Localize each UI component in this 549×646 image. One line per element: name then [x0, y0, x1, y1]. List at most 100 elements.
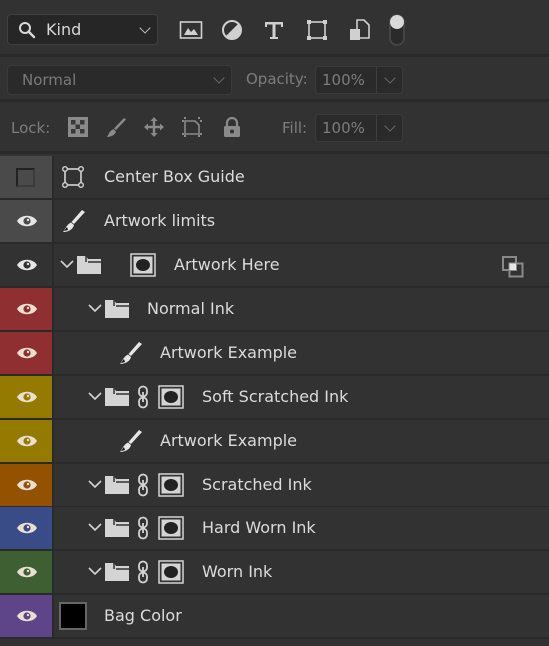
clipping-mask-indicator-icon[interactable] [502, 256, 524, 278]
visibility-eye-icon[interactable] [16, 302, 38, 316]
visibility-off-box[interactable] [16, 168, 35, 187]
layer-row[interactable]: Bag Color [0, 595, 549, 639]
lock-image-pixels-icon[interactable] [105, 116, 127, 138]
smart-object-filter-icon[interactable] [348, 18, 372, 42]
layer-name[interactable]: Artwork Here [174, 255, 280, 274]
pixel-layer-filter-icon[interactable] [179, 18, 203, 42]
layer-row[interactable]: Soft Scratched Ink [0, 376, 549, 420]
layer-color-label[interactable] [0, 288, 52, 330]
layer-mask-thumbnail[interactable] [158, 473, 184, 497]
layer-row[interactable]: Artwork Example [0, 420, 549, 464]
layer-name[interactable]: Normal Ink [147, 299, 234, 318]
folder-icon [77, 256, 101, 274]
brush-icon [120, 430, 142, 452]
chevron-down-icon [213, 72, 225, 84]
type-layer-filter-icon[interactable] [262, 18, 286, 42]
shape-layer-icon [62, 166, 84, 188]
layer-name[interactable]: Scratched Ink [202, 475, 312, 494]
layer-color-label[interactable] [0, 464, 52, 506]
expand-chevron-icon[interactable] [88, 391, 102, 401]
fill-label: Fill: [282, 119, 308, 137]
expand-chevron-icon[interactable] [88, 566, 102, 576]
layer-row[interactable]: Center Box Guide [0, 156, 549, 200]
blend-mode-dropdown[interactable]: Normal [7, 65, 232, 95]
visibility-eye-icon[interactable] [16, 565, 38, 579]
brush-icon [120, 342, 142, 364]
layer-mask-thumbnail[interactable] [158, 385, 184, 409]
visibility-eye-icon[interactable] [16, 346, 38, 360]
layer-color-label[interactable] [0, 244, 52, 286]
layer-row[interactable]: Artwork Example [0, 332, 549, 376]
layer-color-label[interactable] [0, 156, 52, 198]
layer-name[interactable]: Center Box Guide [104, 167, 245, 186]
visibility-eye-icon[interactable] [16, 390, 38, 404]
layer-color-label[interactable] [0, 420, 52, 462]
filter-kind-label: Kind [46, 20, 82, 39]
chevron-down-icon [384, 72, 396, 84]
layer-name[interactable]: Worn Ink [202, 562, 272, 581]
chevron-down-icon [139, 22, 151, 34]
layer-color-label[interactable] [0, 376, 52, 418]
blend-options-bar: Normal Opacity: 100% [0, 57, 549, 102]
adjustment-layer-filter-icon[interactable] [220, 18, 244, 42]
lock-transparent-pixels-icon[interactable] [67, 116, 89, 138]
opacity-input[interactable]: 100% [315, 66, 403, 94]
toggle-knob [390, 15, 404, 29]
link-icon[interactable] [137, 516, 149, 540]
fill-value: 100% [322, 119, 365, 137]
expand-chevron-icon[interactable] [60, 259, 74, 269]
layer-filter-bar: Kind [0, 0, 549, 57]
filter-toggle-switch[interactable] [389, 14, 405, 46]
layer-row[interactable]: Artwork limits [0, 200, 549, 244]
visibility-eye-icon[interactable] [16, 478, 38, 492]
opacity-label: Opacity: [246, 70, 308, 88]
link-icon[interactable] [137, 473, 149, 497]
chevron-down-icon [384, 120, 396, 132]
layer-mask-thumbnail[interactable] [158, 516, 184, 540]
lock-all-icon[interactable] [221, 116, 243, 138]
visibility-eye-icon[interactable] [16, 214, 38, 228]
layer-mask-thumbnail[interactable] [130, 253, 156, 277]
visibility-eye-icon[interactable] [16, 521, 38, 535]
layer-name[interactable]: Artwork Example [160, 431, 297, 450]
lock-label: Lock: [11, 119, 51, 137]
layer-name[interactable]: Artwork Example [160, 343, 297, 362]
visibility-eye-icon[interactable] [16, 609, 38, 623]
search-icon [19, 22, 36, 39]
visibility-eye-icon[interactable] [16, 434, 38, 448]
lock-position-icon[interactable] [143, 116, 165, 138]
layer-name[interactable]: Soft Scratched Ink [202, 387, 348, 406]
folder-icon [105, 476, 129, 494]
layer-row[interactable]: Artwork Here [0, 244, 549, 288]
layer-color-label[interactable] [0, 507, 52, 549]
expand-chevron-icon[interactable] [88, 303, 102, 313]
lock-artboard-icon[interactable] [181, 116, 203, 138]
folder-icon [105, 300, 129, 318]
layer-name[interactable]: Bag Color [104, 606, 182, 625]
folder-icon [105, 388, 129, 406]
link-icon[interactable] [137, 385, 149, 409]
layer-color-label[interactable] [0, 200, 52, 242]
opacity-value: 100% [322, 71, 365, 89]
link-icon[interactable] [137, 560, 149, 584]
shape-layer-filter-icon[interactable] [305, 18, 329, 42]
layer-name[interactable]: Hard Worn Ink [202, 518, 316, 537]
folder-icon [105, 563, 129, 581]
layer-color-label[interactable] [0, 595, 52, 637]
layer-color-label[interactable] [0, 551, 52, 593]
layer-row[interactable]: Normal Ink [0, 288, 549, 332]
layer-color-label[interactable] [0, 332, 52, 374]
fill-input[interactable]: 100% [315, 114, 403, 142]
folder-icon [105, 519, 129, 537]
layer-row[interactable]: Worn Ink [0, 551, 549, 595]
brush-icon [63, 210, 85, 232]
fill-color-thumbnail[interactable] [59, 602, 87, 630]
visibility-eye-icon[interactable] [16, 258, 38, 272]
layer-row[interactable]: Hard Worn Ink [0, 507, 549, 551]
expand-chevron-icon[interactable] [88, 522, 102, 532]
layer-name[interactable]: Artwork limits [104, 211, 215, 230]
layer-row[interactable]: Scratched Ink [0, 464, 549, 508]
expand-chevron-icon[interactable] [88, 479, 102, 489]
layer-mask-thumbnail[interactable] [158, 560, 184, 584]
filter-kind-dropdown[interactable]: Kind [7, 14, 158, 45]
